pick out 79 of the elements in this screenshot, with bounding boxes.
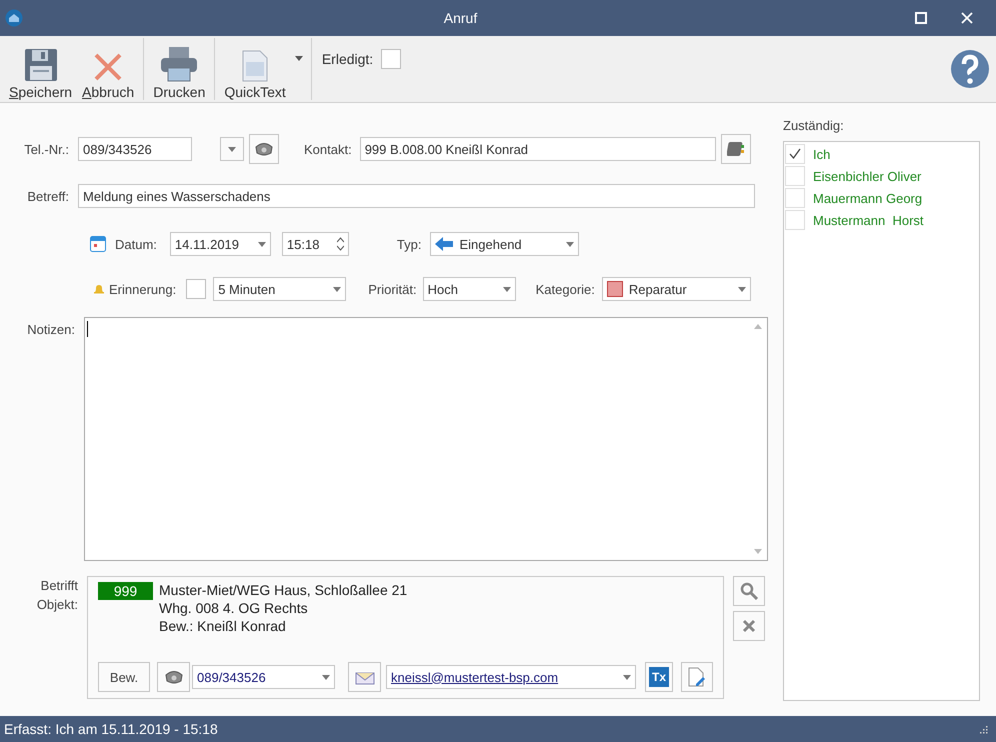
assignees-label: Zuständig: — [783, 118, 845, 133]
close-icon — [742, 619, 756, 633]
assignee-name[interactable]: Mustermann Horst — [813, 212, 924, 228]
email-button[interactable] — [348, 662, 381, 692]
caret-icon — [333, 286, 342, 292]
cross-icon — [93, 52, 124, 82]
category-dropdown[interactable]: Reparatur — [602, 277, 751, 301]
search-button[interactable] — [733, 576, 765, 606]
caret-icon — [322, 674, 330, 680]
done-label: Erledigt: — [322, 51, 374, 69]
bell-icon — [93, 284, 105, 294]
field-label: Typ: — [396, 236, 422, 252]
object-address-line: Muster-Miet/WEG Haus, Schloßallee 21 — [159, 582, 408, 598]
caret-icon — [228, 146, 236, 152]
remove-button[interactable] — [733, 611, 765, 641]
dropdown-button[interactable] — [220, 137, 244, 161]
phone-button[interactable] — [157, 662, 190, 692]
text-button[interactable]: Tx — [645, 662, 673, 692]
toolbar-button[interactable]: Abbruch — [77, 36, 140, 102]
field-label: Erinnerung: — [109, 282, 176, 296]
maximize-icon[interactable] — [915, 12, 927, 24]
input-field[interactable]: Meldung eines Wasserschadens — [78, 184, 755, 208]
help-icon[interactable] — [950, 49, 990, 89]
toolbar-button[interactable]: QuickText — [219, 36, 291, 102]
field-label: Betrifft Objekt: — [36, 577, 79, 614]
caret-icon — [502, 286, 511, 292]
assignee-name[interactable]: Eisenbichler Oliver — [813, 168, 922, 184]
caret-icon — [738, 286, 746, 292]
field-label: Kategorie: — [536, 282, 595, 296]
category-swatch-icon — [606, 281, 623, 297]
input-field[interactable]: 999 B.008.00 Kneißl Konrad — [360, 137, 716, 161]
left-arrow-icon — [435, 237, 454, 251]
check-icon — [789, 148, 801, 160]
object-address-line: Bew.: Kneißl Konrad — [159, 618, 287, 634]
assignee-checkbox[interactable] — [785, 210, 805, 230]
resize-grip-icon[interactable] — [978, 724, 988, 734]
search-icon — [740, 582, 758, 600]
tenant-button[interactable]: Bew. — [98, 662, 150, 692]
document-pencil-icon — [688, 667, 706, 687]
close-icon[interactable] — [961, 12, 973, 24]
phone-dropdown[interactable]: 089/343526 — [192, 665, 335, 689]
caret-icon — [258, 242, 266, 246]
reminder-dropdown[interactable]: 5 Minuten — [213, 277, 346, 301]
done-checkbox[interactable] — [381, 49, 402, 69]
edit-document-button[interactable] — [681, 662, 713, 692]
object-number: 999 — [98, 582, 153, 600]
toolbar-button[interactable]: Speichern — [4, 36, 78, 102]
field-label: Datum: — [115, 236, 157, 252]
field-label: Notizen: — [26, 321, 76, 335]
field-label: Kontakt: — [304, 142, 352, 156]
calendar-icon — [90, 236, 106, 252]
date-dropdown[interactable]: 14.11.2019 — [170, 232, 271, 256]
reminder-checkbox[interactable] — [186, 279, 206, 299]
assignee-checkbox[interactable] — [785, 188, 805, 208]
field-label: Tel.-Nr.: — [23, 142, 70, 156]
document-icon — [242, 50, 268, 82]
object-address-line: Whg. 008 4. OG Rechts — [159, 600, 309, 616]
address-book-button[interactable] — [720, 134, 751, 164]
app-icon[interactable] — [5, 9, 23, 27]
printer-icon — [160, 46, 198, 82]
book-icon — [726, 140, 745, 158]
status-text: Erfasst: Ich am 15.11.2019 - 15:18 — [4, 721, 218, 737]
spinner-icon — [336, 237, 344, 251]
window-title: Anruf — [444, 10, 478, 26]
field-label: Betreff: — [26, 188, 70, 204]
caret-icon — [623, 674, 631, 680]
assignee-checkbox[interactable] — [785, 144, 805, 164]
time-spinner[interactable]: 15:18 — [282, 232, 349, 256]
input-field[interactable]: 089/343526 — [78, 137, 192, 161]
type-dropdown[interactable]: Eingehend — [430, 232, 580, 256]
assignee-checkbox[interactable] — [785, 166, 805, 186]
phone-button[interactable] — [249, 134, 279, 164]
assignee-name[interactable]: Ich — [813, 146, 830, 162]
priority-dropdown[interactable]: Hoch — [422, 277, 516, 301]
assignee-name[interactable]: Mauermann Georg — [813, 190, 922, 206]
field-label: Priorität: — [368, 282, 417, 296]
email-dropdown[interactable]: kneissl@mustertest-bsp.com — [386, 665, 636, 689]
toolbar-button[interactable]: Drucken — [148, 36, 210, 102]
caret-icon — [566, 242, 574, 246]
